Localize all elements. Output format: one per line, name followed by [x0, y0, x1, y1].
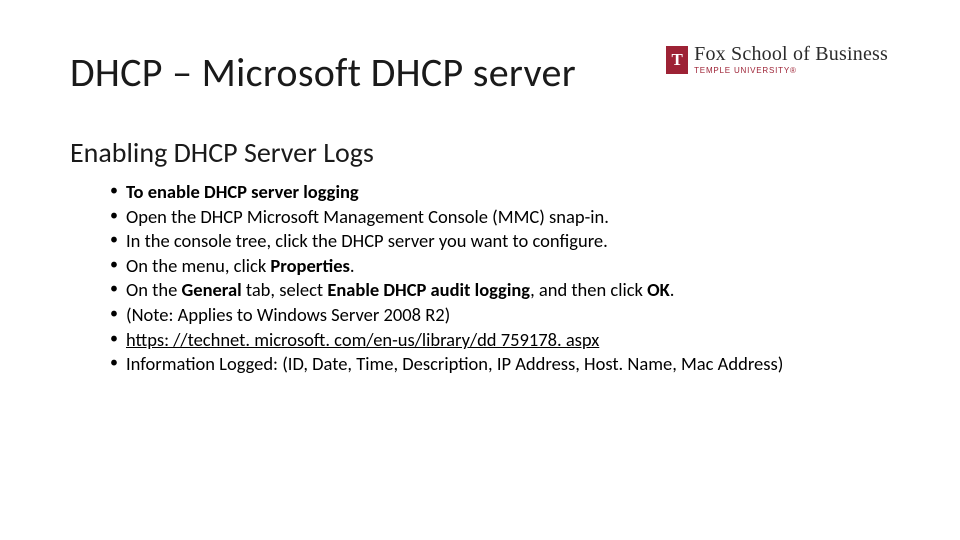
bullet-text: In the console tree, click the DHCP serv… — [126, 229, 608, 252]
bullet-text: tab, select — [242, 278, 328, 301]
bullet-text: https: //technet. microsoft. com/en-us/l… — [126, 328, 599, 351]
bullet-item: (Note: Applies to Windows Server 2008 R2… — [110, 303, 890, 328]
logo-main-text: Fox School of Business — [694, 44, 888, 64]
bullet-list: To enable DHCP server loggingOpen the DH… — [70, 180, 890, 377]
bullet-text: (Note: Applies to Windows Server 2008 R2… — [126, 303, 450, 326]
temple-t-icon — [666, 46, 688, 74]
bullet-text: On the — [126, 278, 181, 301]
bullet-text: . — [670, 278, 675, 301]
bullet-text: General — [181, 278, 241, 301]
bullet-text: Enable DHCP audit logging — [327, 278, 530, 301]
bullet-item: Information Logged: (ID, Date, Time, Des… — [110, 352, 890, 377]
bullet-item: On the menu, click Properties. — [110, 254, 890, 279]
logo-sub-text: TEMPLE UNIVERSITY® — [694, 67, 888, 75]
bullet-item: On the General tab, select Enable DHCP a… — [110, 278, 890, 303]
bullet-text: Information Logged: (ID, Date, Time, Des… — [126, 352, 783, 375]
bullet-text: OK — [647, 278, 670, 301]
bullet-text: . — [350, 254, 355, 277]
bullet-item: Open the DHCP Microsoft Management Conso… — [110, 205, 890, 230]
bullet-text: Properties — [270, 254, 349, 277]
logo-text: Fox School of Business TEMPLE UNIVERSITY… — [694, 44, 888, 75]
bullet-item: In the console tree, click the DHCP serv… — [110, 229, 890, 254]
slide-subtitle: Enabling DHCP Server Logs — [70, 135, 890, 170]
bullet-item: To enable DHCP server logging — [110, 180, 890, 205]
bullet-text: Open the DHCP Microsoft Management Conso… — [126, 205, 609, 228]
bullet-text: , and then click — [530, 278, 647, 301]
school-logo: Fox School of Business TEMPLE UNIVERSITY… — [666, 44, 888, 75]
bullet-text: To enable DHCP server logging — [126, 180, 359, 203]
bullet-text: On the menu, click — [126, 254, 270, 277]
bullet-item: https: //technet. microsoft. com/en-us/l… — [110, 328, 890, 353]
slide: Fox School of Business TEMPLE UNIVERSITY… — [0, 0, 960, 377]
